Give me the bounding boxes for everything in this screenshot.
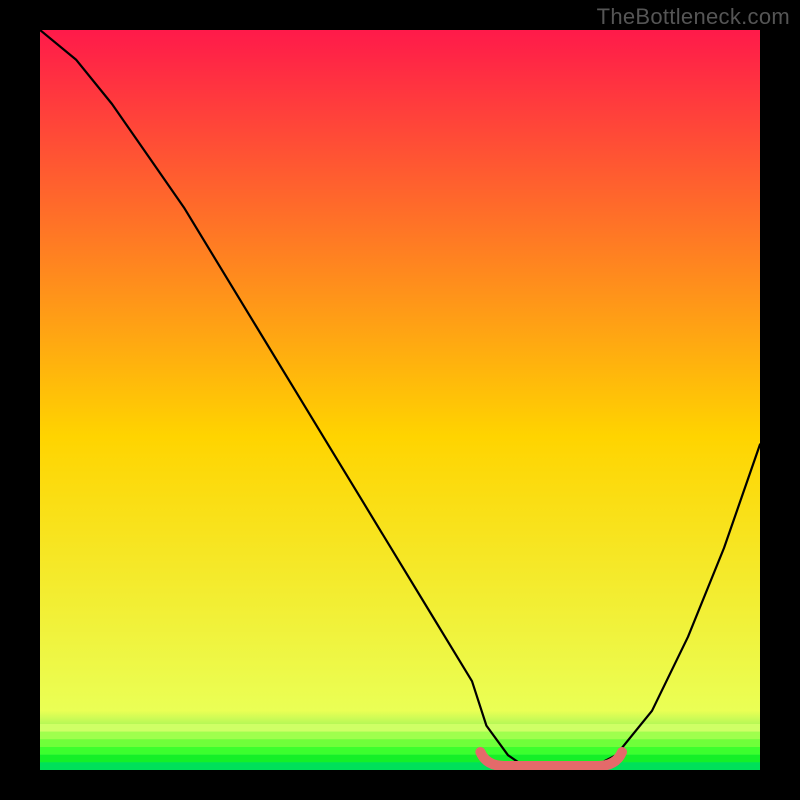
chart-frame: TheBottleneck.com: [0, 0, 800, 800]
bottleneck-chart: [40, 30, 760, 770]
bottom-band: [40, 762, 760, 770]
gradient-background: [40, 30, 760, 770]
bottom-band: [40, 724, 760, 732]
bottom-bands: [40, 724, 760, 770]
bottom-band: [40, 732, 760, 740]
watermark-text: TheBottleneck.com: [597, 4, 790, 30]
bottom-band: [40, 755, 760, 763]
bottom-band: [40, 747, 760, 755]
bottom-band: [40, 739, 760, 747]
plot-area: [40, 30, 760, 770]
